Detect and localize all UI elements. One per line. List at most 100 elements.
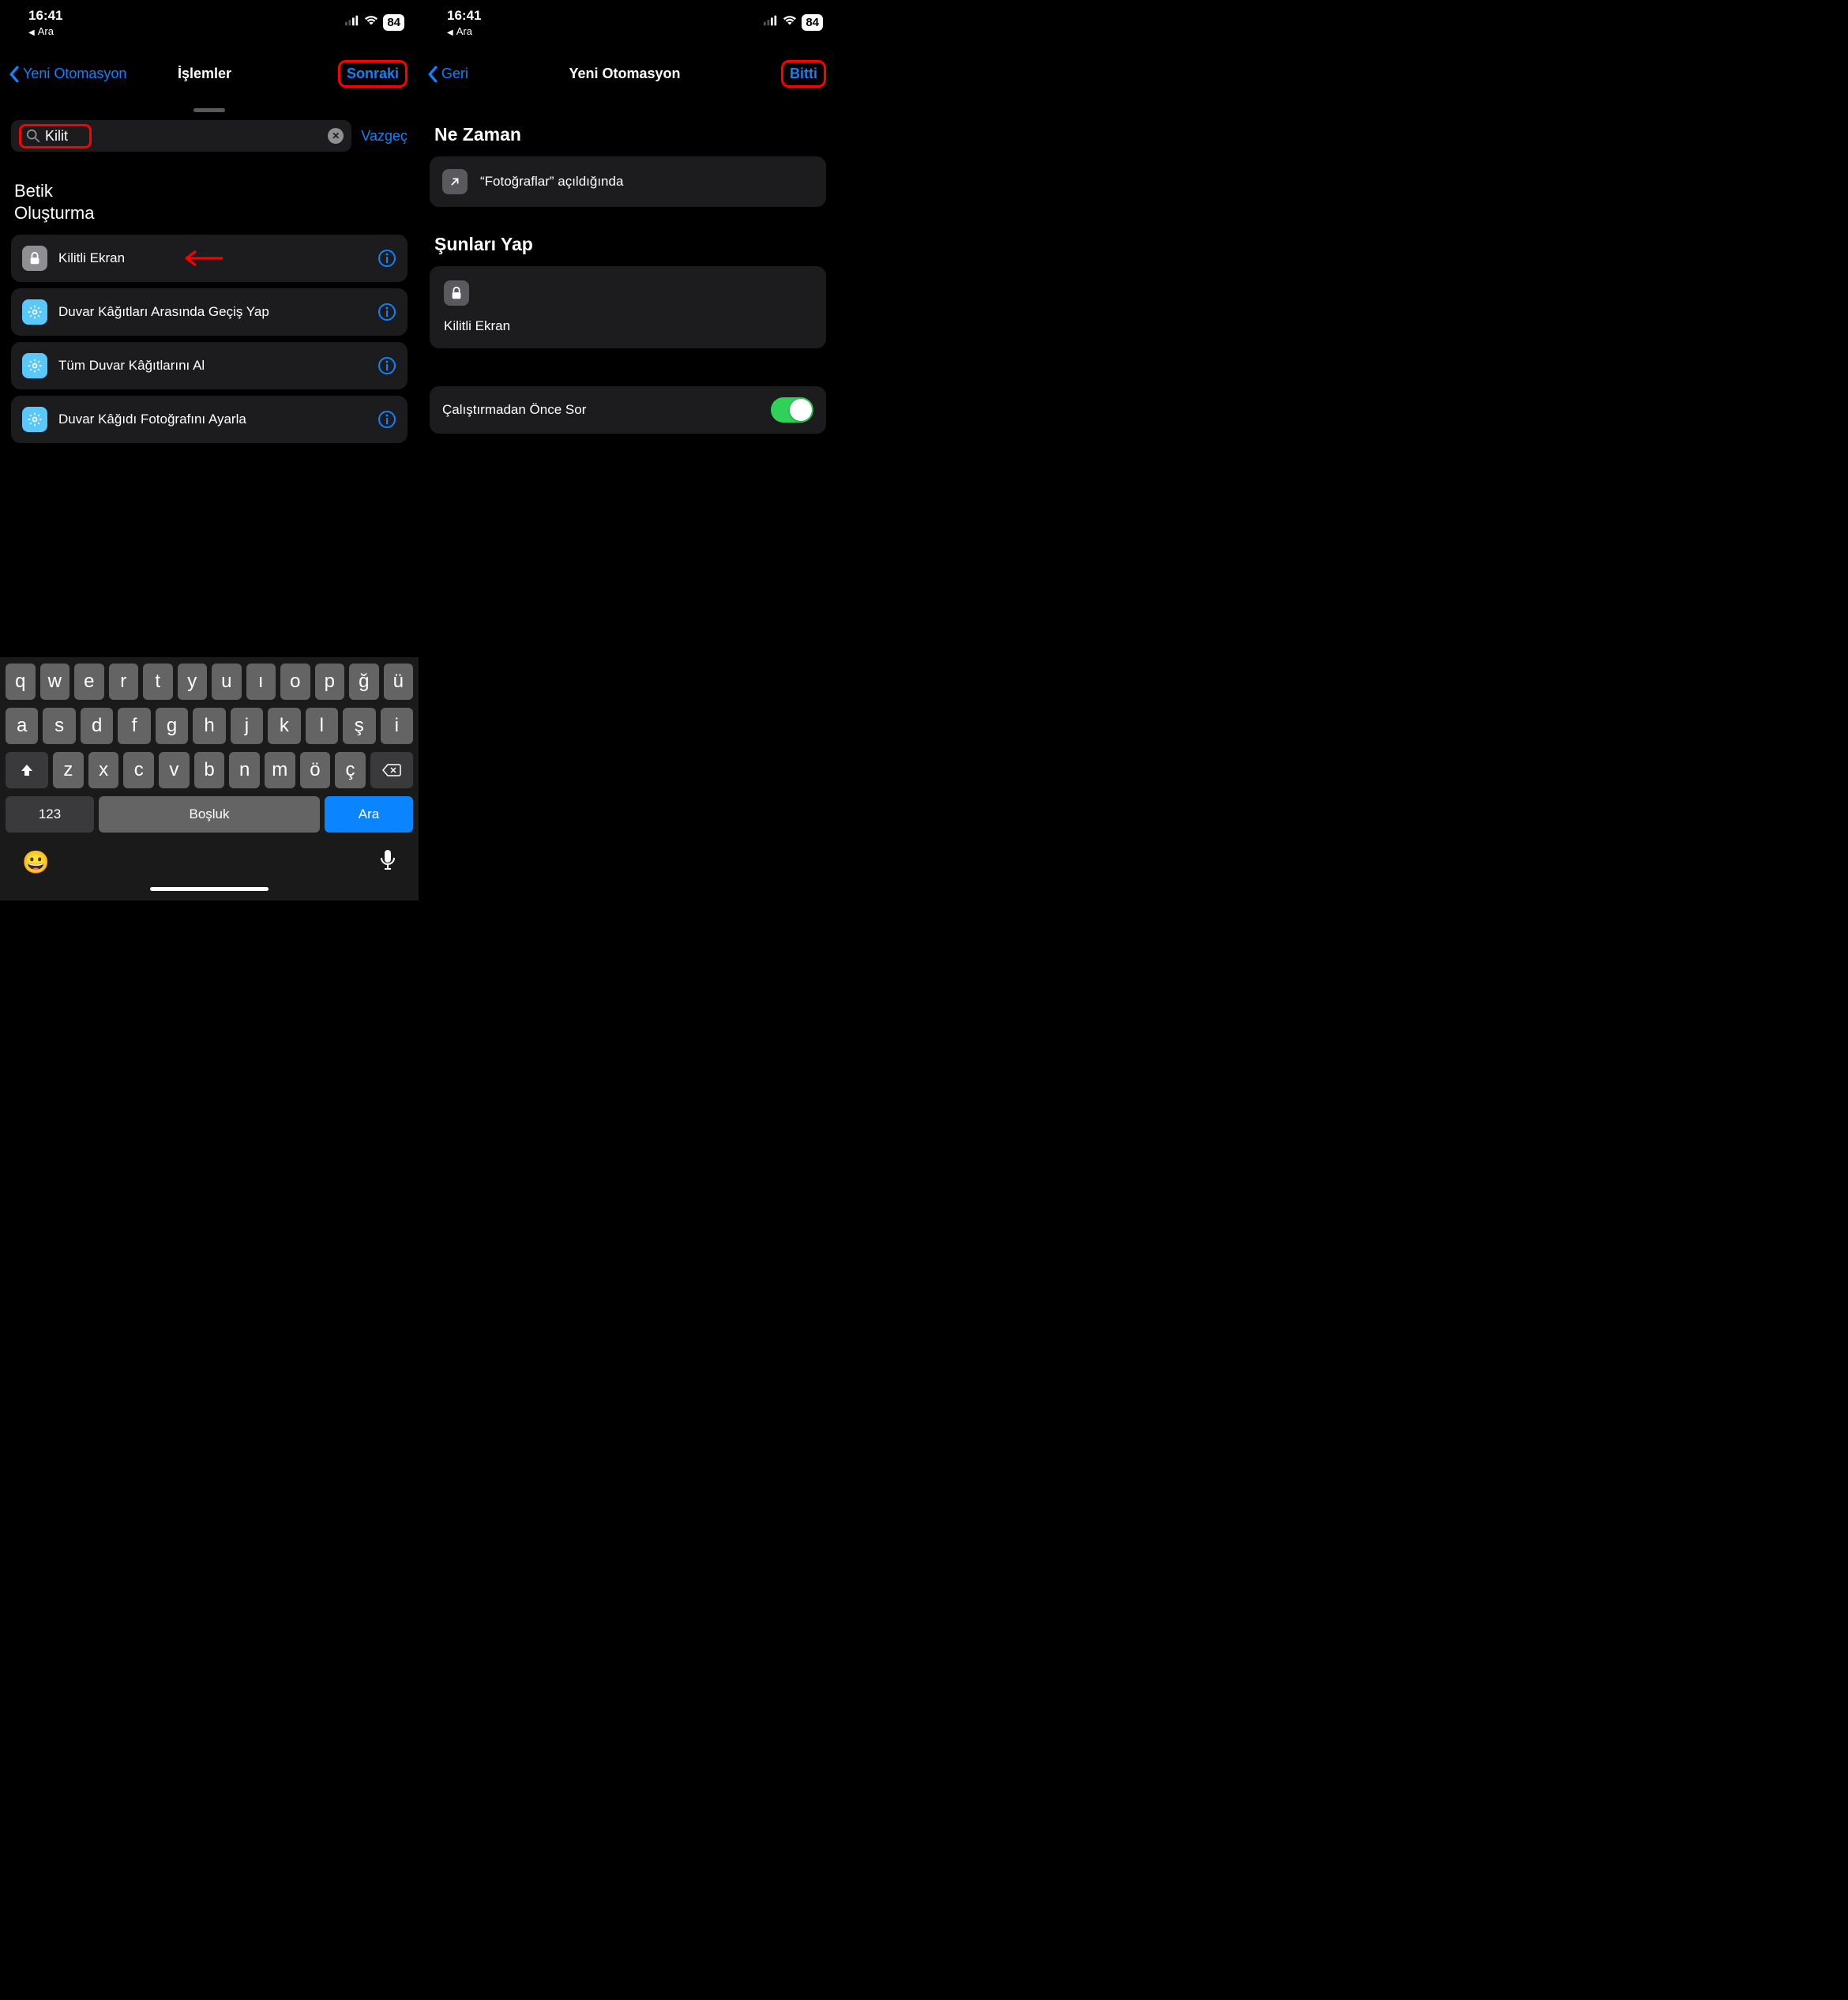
key-r[interactable]: r: [109, 664, 139, 700]
gear-icon: [22, 353, 47, 378]
info-icon[interactable]: [377, 249, 396, 268]
status-time: 16:41: [447, 8, 481, 24]
status-time: 16:41: [28, 8, 62, 24]
ask-before-run-toggle[interactable]: [771, 397, 813, 423]
key-k[interactable]: k: [268, 708, 300, 744]
section-do-title: Şunları Yap: [430, 207, 826, 266]
key-t[interactable]: t: [143, 664, 173, 700]
shift-key[interactable]: [6, 752, 48, 788]
next-button[interactable]: Sonraki: [338, 60, 408, 88]
when-condition-text: “Fotoğraflar” açıldığında: [480, 174, 623, 190]
section-header: Betik Oluşturma: [0, 163, 419, 235]
clear-search-icon[interactable]: ✕: [328, 128, 344, 144]
key-i[interactable]: i: [381, 708, 413, 744]
status-bar: 16:41 Ara 84: [419, 0, 837, 35]
action-lock-screen[interactable]: Kilitli Ekran: [11, 235, 408, 282]
app-open-icon: [442, 169, 468, 194]
do-action-text: Kilitli Ekran: [444, 318, 812, 334]
action-label: Duvar Kâğıdı Fotoğrafını Ayarla: [58, 412, 366, 427]
info-icon[interactable]: [377, 410, 396, 429]
search-row: ✕ Vazgeç: [0, 120, 419, 163]
nav-title: Yeni Otomasyon: [569, 66, 680, 82]
keyboard-search-button[interactable]: Ara: [325, 796, 413, 833]
home-indicator[interactable]: [150, 887, 269, 891]
keyboard-space-button[interactable]: Boşluk: [99, 796, 320, 833]
nav-bar: Geri Yeni Otomasyon Bitti: [419, 35, 837, 97]
search-input[interactable]: [45, 128, 85, 145]
key-p[interactable]: p: [315, 664, 345, 700]
key-q[interactable]: q: [6, 664, 36, 700]
breadcrumb-back[interactable]: Ara: [28, 25, 62, 37]
action-label: Duvar Kâğıtları Arasında Geçiş Yap: [58, 304, 366, 320]
nav-bar: Yeni Otomasyon İşlemler Sonraki: [0, 35, 419, 97]
key-v[interactable]: v: [159, 752, 190, 788]
ask-before-run-row: Çalıştırmadan Önce Sor: [430, 386, 826, 434]
search-bar[interactable]: ✕: [11, 120, 351, 152]
key-z[interactable]: z: [53, 752, 84, 788]
key-ğ[interactable]: ğ: [349, 664, 379, 700]
nav-back-label: Yeni Otomasyon: [23, 66, 126, 82]
info-icon[interactable]: [377, 356, 396, 375]
action-switch-wallpaper[interactable]: Duvar Kâğıtları Arasında Geçiş Yap: [11, 288, 408, 336]
key-ü[interactable]: ü: [384, 664, 414, 700]
wifi-icon: [783, 14, 797, 30]
nav-back-button[interactable]: Yeni Otomasyon: [8, 66, 126, 83]
key-w[interactable]: w: [40, 664, 70, 700]
action-get-wallpapers[interactable]: Tüm Duvar Kâğıtlarını Al: [11, 342, 408, 389]
keyboard[interactable]: qwertyuıopğü asdfghjklşi zxcvbnmöç 123 B…: [0, 657, 419, 900]
key-j[interactable]: j: [231, 708, 263, 744]
key-y[interactable]: y: [178, 664, 208, 700]
key-h[interactable]: h: [193, 708, 225, 744]
action-label: Tüm Duvar Kâğıtlarını Al: [58, 358, 366, 374]
cellular-icon: [345, 14, 359, 30]
search-icon: [26, 129, 40, 143]
action-list: Kilitli Ekran Duvar Kâğıtları Arasında G…: [0, 235, 419, 443]
key-x[interactable]: x: [88, 752, 119, 788]
action-set-wallpaper-photo[interactable]: Duvar Kâğıdı Fotoğrafını Ayarla: [11, 396, 408, 443]
backspace-key[interactable]: [370, 752, 413, 788]
key-e[interactable]: e: [74, 664, 104, 700]
keyboard-row-1: qwertyuıopğü: [3, 664, 415, 700]
key-ı[interactable]: ı: [246, 664, 276, 700]
key-d[interactable]: d: [81, 708, 113, 744]
key-b[interactable]: b: [194, 752, 225, 788]
highlight-arrow-icon: [185, 248, 224, 269]
gear-icon: [22, 299, 47, 325]
key-a[interactable]: a: [6, 708, 38, 744]
status-bar: 16:41 Ara 84: [0, 0, 419, 35]
battery-indicator: 84: [383, 14, 404, 31]
section-when-title: Ne Zaman: [430, 97, 826, 156]
key-g[interactable]: g: [156, 708, 188, 744]
dictation-icon[interactable]: [379, 848, 396, 876]
key-ç[interactable]: ç: [335, 752, 366, 788]
wifi-icon: [364, 14, 378, 30]
key-o[interactable]: o: [280, 664, 310, 700]
key-n[interactable]: n: [229, 752, 260, 788]
nav-title: İşlemler: [178, 66, 231, 82]
nav-back-label: Geri: [441, 66, 468, 82]
keyboard-numeric-button[interactable]: 123: [6, 796, 94, 833]
key-m[interactable]: m: [265, 752, 295, 788]
info-icon[interactable]: [377, 303, 396, 321]
keyboard-row-2: asdfghjklşi: [3, 708, 415, 744]
lock-icon: [444, 280, 469, 306]
cancel-search-button[interactable]: Vazgeç: [361, 128, 408, 145]
toggle-label: Çalıştırmadan Önce Sor: [442, 402, 586, 418]
emoji-button[interactable]: 😀: [22, 849, 50, 875]
key-f[interactable]: f: [118, 708, 150, 744]
key-ö[interactable]: ö: [300, 752, 331, 788]
breadcrumb-back[interactable]: Ara: [447, 25, 481, 37]
done-button[interactable]: Bitti: [781, 60, 826, 88]
battery-indicator: 84: [802, 14, 823, 31]
do-action-card[interactable]: Kilitli Ekran: [430, 266, 826, 348]
key-l[interactable]: l: [306, 708, 338, 744]
key-u[interactable]: u: [212, 664, 242, 700]
key-c[interactable]: c: [123, 752, 154, 788]
key-s[interactable]: s: [43, 708, 75, 744]
nav-back-button[interactable]: Geri: [426, 66, 468, 83]
when-condition-card[interactable]: “Fotoğraflar” açıldığında: [430, 156, 826, 207]
sheet-grabber[interactable]: [193, 108, 225, 112]
screen-actions: 16:41 Ara 84 Yeni Otomasyon İşlemler Son…: [0, 0, 419, 900]
gear-icon: [22, 407, 47, 432]
key-ş[interactable]: ş: [343, 708, 375, 744]
